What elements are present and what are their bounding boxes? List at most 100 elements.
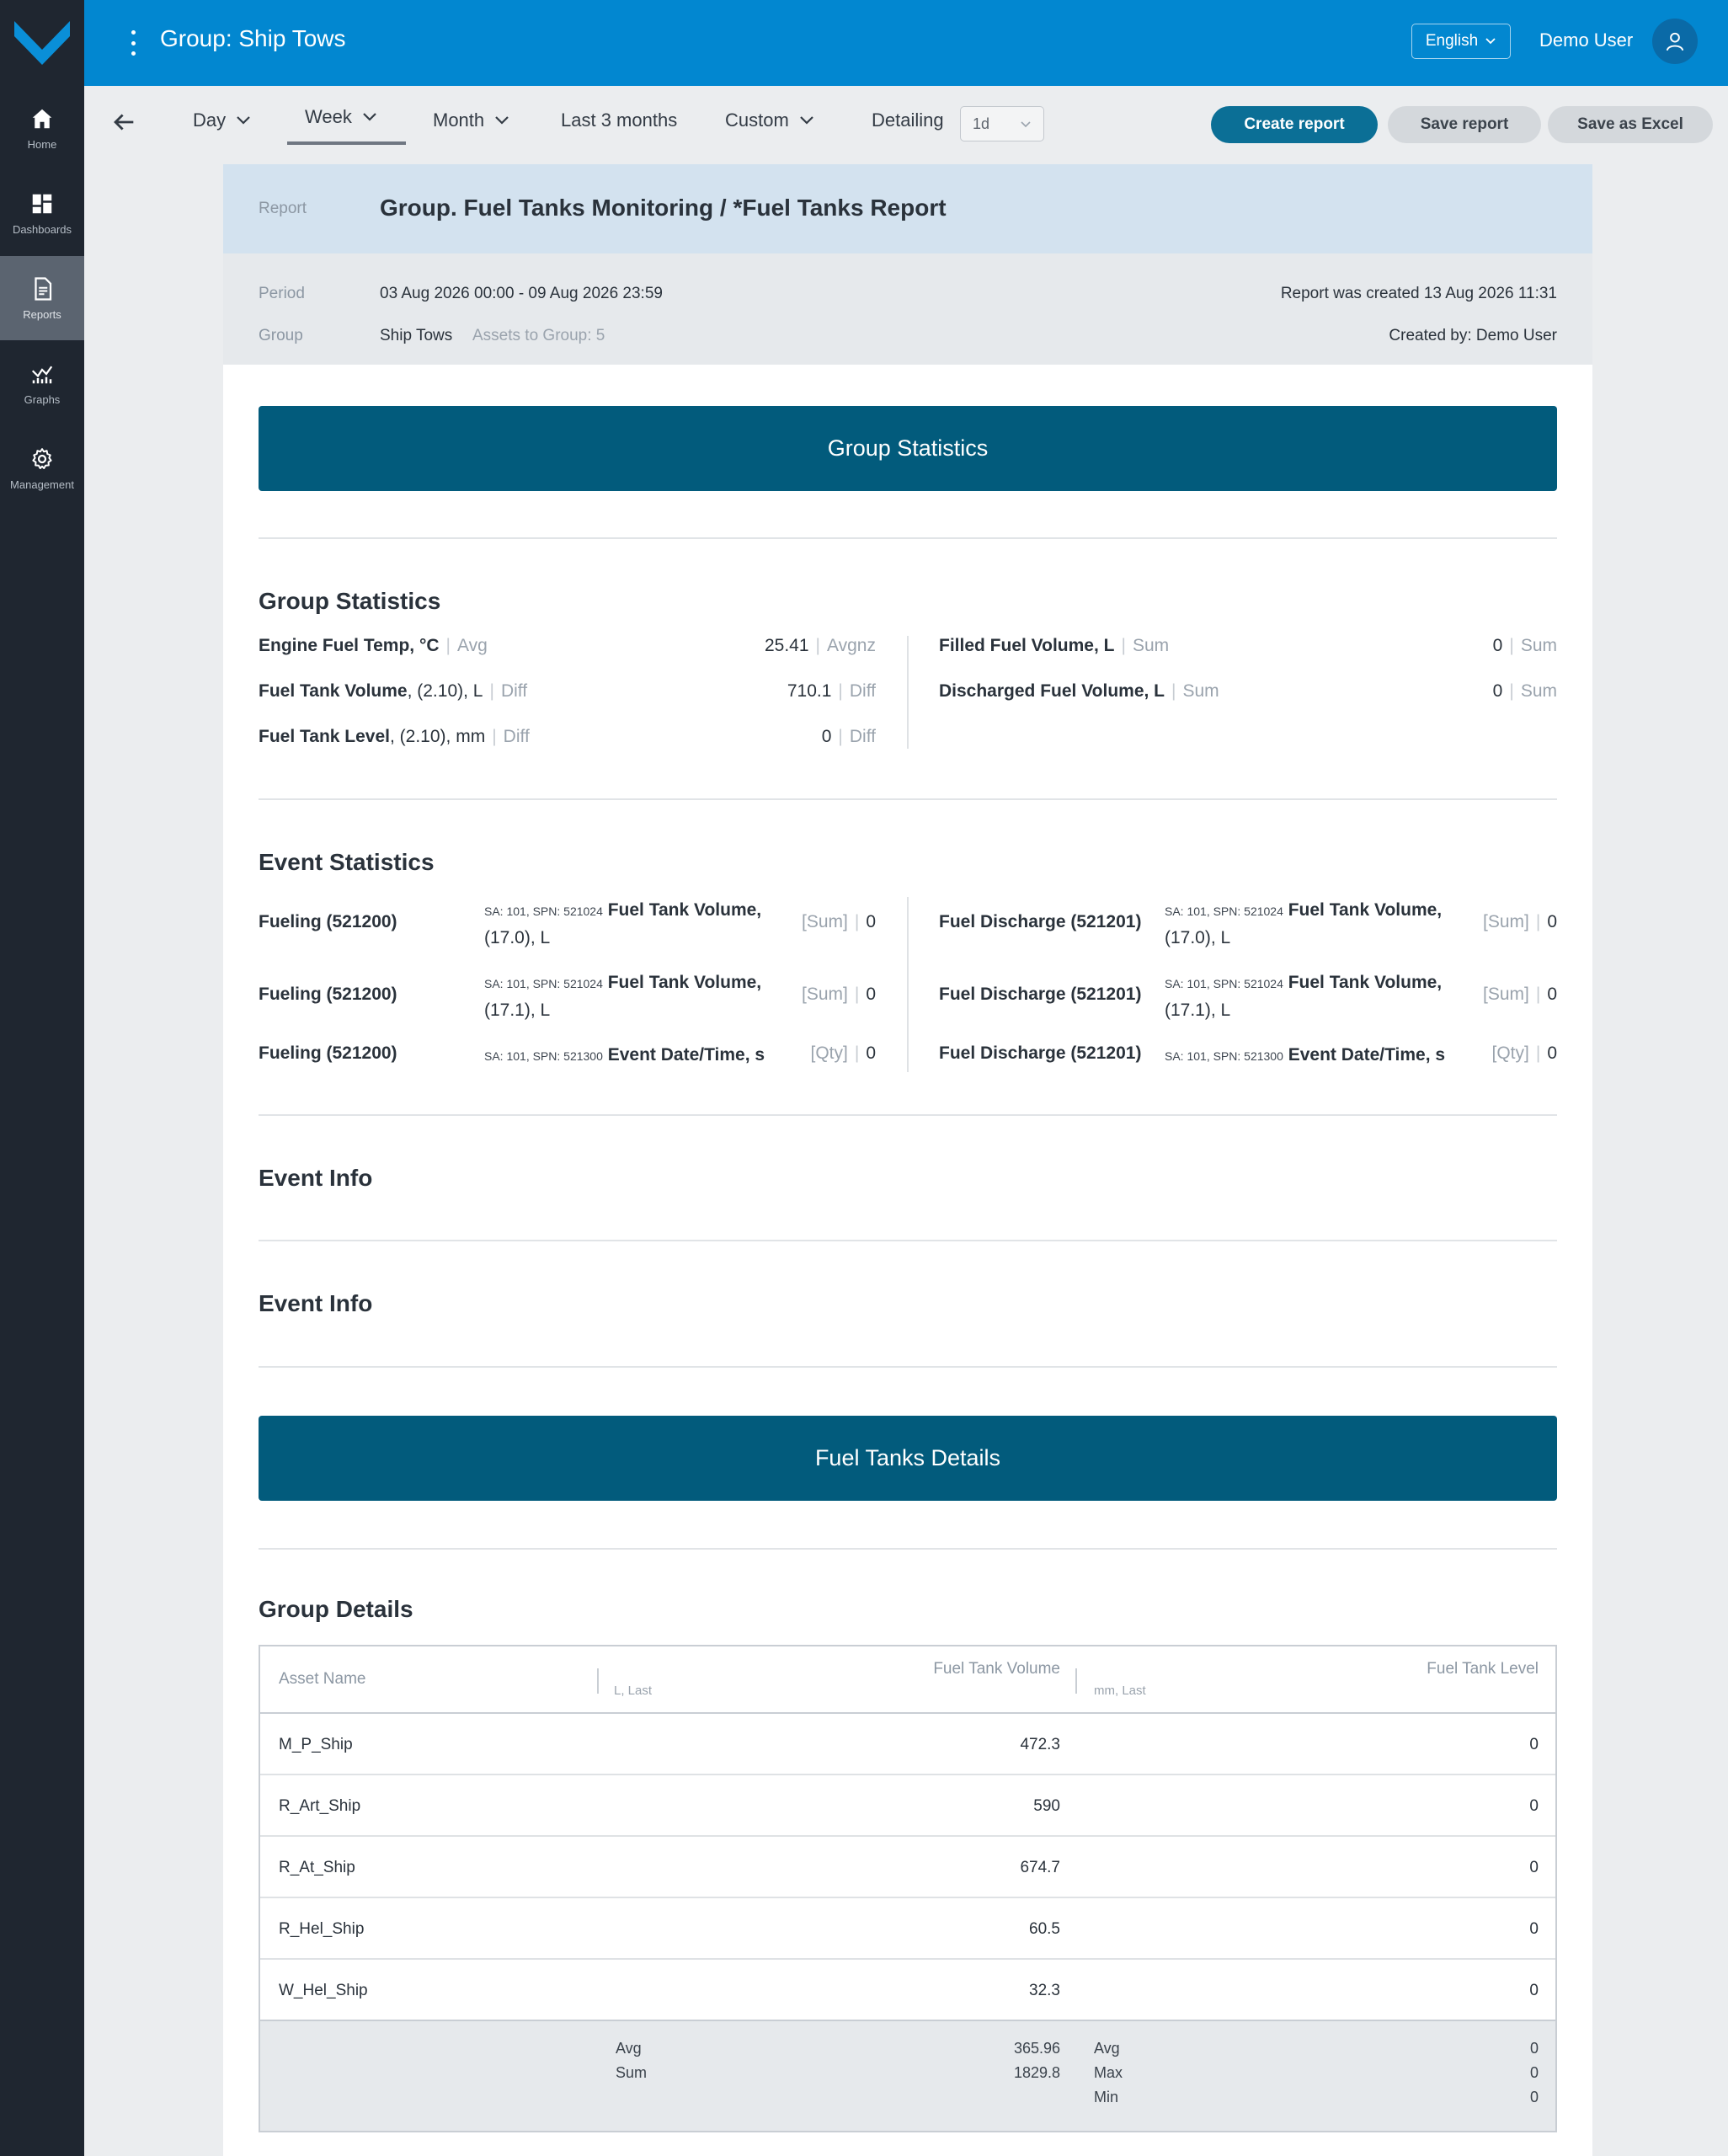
stat-tag: Avg [457, 636, 488, 655]
sidebar-item-dashboards[interactable]: Dashboards [0, 171, 84, 255]
table-row[interactable]: R_Art_Ship 590 0 [260, 1775, 1555, 1837]
table-row[interactable]: R_At_Ship 674.7 0 [260, 1837, 1555, 1898]
asset-name: W_Hel_Ship [279, 1982, 368, 1999]
reports-icon [35, 276, 52, 301]
event-value: 0 [1547, 985, 1557, 1004]
footer-value: 0 [1529, 2089, 1539, 2105]
period-last-3-months[interactable]: Last 3 months [561, 109, 677, 131]
avatar[interactable] [1652, 19, 1698, 64]
table-row[interactable]: M_P_Ship 472.3 0 [260, 1714, 1555, 1775]
period-label: Period [259, 285, 305, 302]
detailing-select[interactable]: 1d [960, 106, 1044, 141]
event-agg: [Sum] [1482, 985, 1529, 1004]
period-month[interactable]: Month [433, 109, 509, 131]
fuel-level: 0 [1529, 1920, 1539, 1938]
detailing-label: Detailing [872, 109, 944, 131]
event-row: Fueling (521200) SA: 101, SPN: 521024 Fu… [259, 900, 876, 947]
stat-row: Filled Fuel Volume, L | Sum 0 | Sum [939, 636, 1557, 655]
column-header-level[interactable]: Fuel Tank Level [1427, 1660, 1539, 1678]
fuel-volume: 590 [1033, 1797, 1060, 1815]
period-last3-label: Last 3 months [561, 109, 678, 131]
report-meta: Period 03 Aug 2026 00:00 - 09 Aug 2026 2… [223, 253, 1592, 365]
event-agg: [Sum] [1482, 912, 1529, 931]
chevron-down-icon [800, 116, 813, 125]
chevron-down-icon [1021, 120, 1031, 127]
group-label: Group [259, 327, 303, 344]
detailing-value: 1d [973, 115, 990, 132]
group-statistics-banner: Group Statistics [259, 406, 1557, 491]
stat-agg: Diff [849, 681, 876, 701]
column-header-asset[interactable]: Asset Name [279, 1670, 365, 1689]
event-row: Fuel Discharge (521201) SA: 101, SPN: 52… [939, 973, 1557, 1020]
top-bar: Group: Ship Tows English Demo User [84, 0, 1728, 86]
event-value: 0 [1547, 1043, 1557, 1063]
sidebar-item-graphs[interactable]: Graphs [0, 341, 84, 425]
fuel-tanks-details-banner: Fuel Tanks Details [259, 1416, 1557, 1501]
save-report-button[interactable]: Save report [1388, 106, 1541, 143]
event-row: Fuel Discharge (521201) SA: 101, SPN: 52… [939, 900, 1557, 947]
column-separator [1075, 1668, 1077, 1694]
event-spn: SA: 101, SPN: 521024 [1165, 977, 1283, 990]
event-name: Fueling (521200) [259, 985, 397, 1004]
event-spn: SA: 101, SPN: 521024 [1165, 905, 1283, 918]
fuel-level: 0 [1529, 1982, 1539, 1999]
period-day[interactable]: Day [193, 109, 251, 131]
period-custom[interactable]: Custom [725, 109, 814, 131]
divider [259, 798, 1557, 800]
gear-icon [32, 447, 52, 469]
event-spn: SA: 101, SPN: 521300 [1165, 1049, 1283, 1063]
group-details-table: Asset Name L, Last Fuel Tank Volume mm, … [259, 1645, 1557, 2132]
language-select[interactable]: English [1411, 24, 1511, 59]
event-statistics-title: Event Statistics [259, 849, 435, 875]
user-name[interactable]: Demo User [1539, 29, 1633, 51]
create-report-button[interactable]: Create report [1211, 106, 1378, 143]
event-agg: [Qty] [810, 1043, 848, 1063]
event-agg: [Qty] [1491, 1043, 1529, 1063]
period-week[interactable]: Week [305, 106, 377, 128]
asset-name: R_Art_Ship [279, 1797, 361, 1815]
footer-label: Max [1094, 2064, 1123, 2081]
table-row[interactable]: R_Hel_Ship 60.5 0 [260, 1898, 1555, 1960]
stat-extra: , (2.10), L [407, 681, 483, 701]
event-value: 0 [866, 985, 876, 1004]
sidebar-item-management[interactable]: Management [0, 426, 84, 510]
event-param: Fuel Tank Volume, [1288, 900, 1443, 920]
event-param2: (17.1), L [1165, 1001, 1231, 1020]
event-param2: (17.0), L [1165, 928, 1231, 947]
column-separator [597, 1668, 599, 1694]
report-container: Report Group. Fuel Tanks Monitoring / *F… [223, 164, 1592, 2156]
sidebar-item-home[interactable]: Home [0, 86, 84, 170]
stat-name: Fuel Tank Level [259, 727, 390, 746]
divider [259, 1114, 1557, 1116]
footer-value: 0 [1529, 2064, 1539, 2081]
event-agg: [Sum] [801, 912, 848, 931]
event-info-title: Event Info [259, 1165, 373, 1191]
event-param: Fuel Tank Volume, [607, 900, 762, 920]
user-icon [1666, 32, 1684, 51]
column-unit-volume: L, Last [614, 1684, 653, 1698]
table-row[interactable]: W_Hel_Ship 32.3 0 [260, 1960, 1555, 2021]
logo[interactable] [0, 0, 84, 86]
column-header-volume[interactable]: Fuel Tank Volume [933, 1660, 1060, 1678]
active-tab-indicator [287, 141, 406, 145]
page-title: Group: Ship Tows [160, 25, 346, 51]
stat-row: Engine Fuel Temp, °C | Avg 25.41 | Avgnz [259, 636, 876, 655]
footer-value: 365.96 [1013, 2040, 1060, 2057]
fuel-level: 0 [1529, 1797, 1539, 1815]
event-spn: SA: 101, SPN: 521024 [484, 905, 603, 918]
column-divider [907, 897, 909, 1072]
stat-name: Discharged Fuel Volume, L [939, 681, 1165, 701]
kebab-menu-icon[interactable] [125, 27, 141, 59]
fuel-volume: 472.3 [1020, 1736, 1060, 1753]
event-info-title: Event Info [259, 1290, 373, 1316]
stat-agg: Sum [1520, 681, 1557, 701]
sidebar-item-reports[interactable]: Reports [0, 256, 84, 340]
stat-value: 0 [821, 727, 832, 746]
stat-name: Filled Fuel Volume, L [939, 636, 1115, 655]
stat-row: Fuel Tank Volume, (2.10), L | Diff 710.1 | D… [259, 681, 876, 701]
back-arrow-icon[interactable] [109, 108, 138, 136]
event-param: Event Date/Time, s [1288, 1045, 1446, 1065]
asset-name: R_At_Ship [279, 1859, 355, 1876]
language-label: English [1425, 32, 1479, 50]
save-as-excel-button[interactable]: Save as Excel [1548, 106, 1713, 143]
